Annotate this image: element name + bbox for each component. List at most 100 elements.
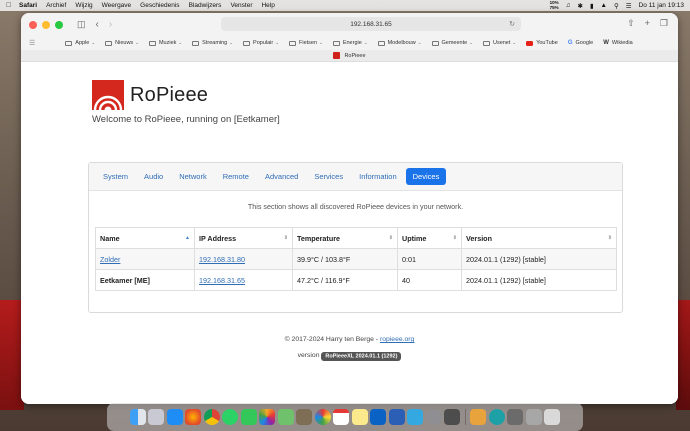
bluetooth-icon[interactable]: ✱: [578, 2, 583, 10]
launchpad-icon[interactable]: [148, 409, 165, 425]
system-icon[interactable]: [314, 409, 331, 425]
menu-archief[interactable]: Archief: [46, 2, 66, 9]
sound-icon[interactable]: ♫: [566, 2, 571, 9]
firefox-icon[interactable]: [185, 409, 202, 425]
menu-wijzig[interactable]: Wijzig: [75, 2, 92, 9]
tab-overview-icon[interactable]: ❐: [660, 18, 668, 29]
gimp-icon[interactable]: [296, 409, 313, 425]
favorite-streaming[interactable]: Streaming ⌄: [192, 40, 233, 46]
favorite-gemeente[interactable]: Gemeente ⌄: [431, 40, 473, 46]
menu-bladwijzers[interactable]: Bladwijzers: [189, 2, 222, 9]
tab-system[interactable]: System: [96, 168, 135, 185]
device-ip-cell: 192.168.31.80: [194, 248, 293, 270]
favorite-apple[interactable]: Apple ⌄: [65, 40, 95, 46]
edge-icon[interactable]: [488, 409, 505, 425]
favorite-fietsen[interactable]: Fietsen ⌄: [289, 40, 323, 46]
address-bar[interactable]: 192.168.31.65 ↻: [221, 17, 521, 31]
search-icon[interactable]: ⚲: [614, 2, 619, 10]
chevron-down-icon: ⌄: [229, 40, 234, 45]
column-header-uptime[interactable]: Uptime ⇕: [397, 227, 462, 249]
sort-ascending-icon: ▲: [185, 235, 190, 241]
sidebar-toggle-icon[interactable]: ◫: [77, 19, 86, 30]
sort-icon: ⇕: [283, 235, 288, 241]
reload-icon[interactable]: ↻: [509, 20, 515, 28]
copyright-text: © 2017-2024 Harry ten Berge -: [284, 336, 380, 343]
favorite-youtube[interactable]: YouTube: [526, 40, 558, 46]
tab-audio[interactable]: Audio: [137, 168, 170, 185]
zoom-window-button[interactable]: [55, 20, 63, 29]
app-store-icon[interactable]: [166, 409, 183, 425]
settings-icon[interactable]: [425, 409, 442, 425]
new-tab-icon[interactable]: +: [645, 18, 650, 29]
favorite-usenet[interactable]: Usenet ⌄: [482, 40, 516, 46]
browser-tab[interactable]: RoPieee: [21, 50, 678, 62]
minimize-window-button[interactable]: [42, 20, 50, 29]
trash-icon[interactable]: [544, 409, 561, 425]
tab-information[interactable]: Information: [352, 168, 404, 185]
apple-menu-icon[interactable]: : [6, 2, 13, 9]
favorite-populair[interactable]: Populair ⌄: [243, 40, 279, 46]
table-row: Zolder 192.168.31.80 39.9°C / 103.8°F 0:…: [95, 248, 617, 270]
folder-icon: [65, 40, 73, 46]
favorite-energie[interactable]: Energie ⌄: [332, 40, 368, 46]
outlook-icon[interactable]: [370, 409, 387, 425]
menu-venster[interactable]: Venster: [230, 2, 252, 9]
device-version: 2024.01.1 (1292) [stable]: [461, 269, 617, 291]
device-ip-link-eetkamer[interactable]: 192.168.31.65: [199, 276, 245, 285]
share-icon[interactable]: ⇧: [627, 18, 635, 29]
menu-safari[interactable]: Safari: [19, 2, 37, 9]
device-ip-cell: 192.168.31.65: [194, 269, 293, 291]
section-description: This section shows all discovered RoPiee…: [247, 202, 464, 211]
favorite-google[interactable]: G Google: [568, 40, 593, 46]
close-window-button[interactable]: [29, 20, 37, 29]
word-icon[interactable]: [388, 409, 405, 425]
system-status[interactable]: 10% 75%: [550, 0, 559, 10]
device-ip-link-zolder[interactable]: 192.168.31.80: [199, 255, 245, 264]
menu-weergave[interactable]: Weergave: [102, 2, 132, 9]
column-header-name[interactable]: Name ▲: [95, 227, 195, 249]
tab-devices[interactable]: Devices: [405, 168, 447, 185]
downloads-icon[interactable]: [525, 409, 542, 425]
url-text: 192.168.31.65: [350, 20, 392, 28]
menu-geschiedenis[interactable]: Geschiedenis: [140, 2, 179, 9]
notes-icon[interactable]: [351, 409, 368, 425]
column-header-temperature[interactable]: Temperature ⇕: [292, 227, 398, 249]
column-header-version[interactable]: Version ⇕: [461, 227, 617, 249]
whatsapp-icon[interactable]: [222, 409, 239, 425]
tab-network[interactable]: Network: [172, 168, 214, 185]
column-header-ip[interactable]: IP Address ⇕: [194, 227, 293, 249]
tab-advanced[interactable]: Advanced: [258, 168, 305, 185]
wifi-icon[interactable]: ▲: [601, 2, 607, 9]
clock[interactable]: Do 11 jan 19:13: [639, 2, 684, 9]
favorite-wikipedia[interactable]: W Wikiedia: [603, 40, 632, 46]
finder-icon[interactable]: [129, 409, 146, 425]
tab-services[interactable]: Services: [307, 168, 350, 185]
finder-docs-icon[interactable]: [507, 409, 524, 425]
device-uptime: 40: [397, 269, 462, 291]
preview-icon[interactable]: [444, 409, 461, 425]
tab-remote[interactable]: Remote: [216, 168, 256, 185]
maps-icon[interactable]: [277, 409, 294, 425]
device-link-zolder[interactable]: Zolder: [100, 255, 120, 264]
forward-icon[interactable]: ›: [109, 19, 112, 30]
photos-icon[interactable]: [259, 409, 276, 425]
control-center-icon[interactable]: ☰: [626, 2, 632, 10]
app-icon[interactable]: [407, 409, 424, 425]
wikipedia-icon: W: [603, 40, 609, 46]
back-icon[interactable]: ‹: [96, 19, 99, 30]
sort-icon: ⇕: [607, 235, 612, 241]
battery-icon[interactable]: ▮: [590, 2, 594, 10]
reading-list-icon[interactable]: ☰: [29, 39, 35, 47]
chrome-icon[interactable]: [203, 409, 220, 425]
favorite-modelbouw[interactable]: Modelbouw ⌄: [377, 40, 422, 46]
favorite-nieuws[interactable]: Nieuws ⌄: [105, 40, 139, 46]
folder-icon: [192, 40, 200, 46]
ropieee-website-link[interactable]: ropieee.org: [380, 336, 414, 343]
calendar-icon[interactable]: [333, 409, 350, 425]
messages-icon[interactable]: [240, 409, 257, 425]
chevron-down-icon: ⌄: [135, 40, 139, 45]
bambu-icon[interactable]: [470, 409, 487, 425]
device-name-cell: Zolder: [95, 248, 195, 270]
menu-help[interactable]: Help: [261, 2, 274, 9]
favorite-muziek[interactable]: Muziek ⌄: [148, 40, 182, 46]
